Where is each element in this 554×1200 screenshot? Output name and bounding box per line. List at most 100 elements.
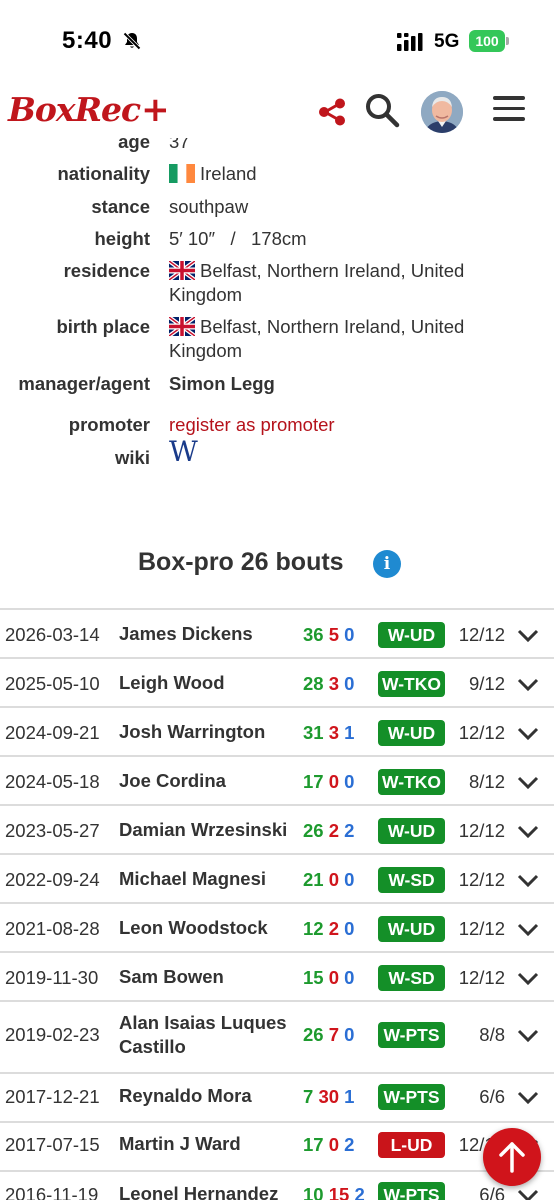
record-losses: 2 (328, 918, 340, 939)
record-losses: 7 (328, 1024, 340, 1045)
bout-row[interactable]: 2026-03-14 James Dickens 36 5 0 W-UD 12/… (0, 608, 554, 657)
chevron-down-icon[interactable] (516, 677, 540, 693)
bout-row[interactable]: 2025-05-10 Leigh Wood 28 3 0 W-TKO 9/12 (0, 657, 554, 706)
nationality-value: Ireland (200, 163, 257, 184)
bout-date: 2023-05-27 (5, 820, 100, 841)
bout-opponent[interactable]: Martin J Ward (119, 1132, 299, 1156)
bout-row[interactable]: 2022-09-24 Michael Magnesi 21 0 0 W-SD 1… (0, 853, 554, 902)
record-wins: 17 (303, 771, 324, 792)
opponent-record: 28 3 0 (303, 673, 354, 695)
chevron-down-icon[interactable] (516, 873, 540, 889)
opponent-record: 26 2 2 (303, 820, 354, 842)
info-value: Belfast, Northern Ireland, United Kingdo… (169, 315, 499, 363)
record-wins: 12 (303, 918, 324, 939)
record-draws: 0 (344, 673, 355, 694)
opponent-record: 17 0 2 (303, 1134, 354, 1156)
bout-row[interactable]: 2024-09-21 Josh Warrington 31 3 1 W-UD 1… (0, 706, 554, 755)
result-badge: W-SD (378, 867, 445, 893)
info-label: residence (63, 260, 150, 281)
info-label: manager/agent (18, 373, 150, 394)
chevron-down-icon[interactable] (516, 1090, 540, 1106)
bout-opponent[interactable]: Leon Woodstock (119, 916, 299, 940)
record-losses: 5 (328, 624, 340, 645)
avatar[interactable] (421, 91, 463, 133)
bout-rounds: 12/12 (458, 967, 505, 988)
bout-date: 2019-02-23 (5, 1024, 100, 1045)
bout-row[interactable]: 2016-11-19 Leonel Hernandez 10 15 2 W-PT… (0, 1170, 554, 1200)
logo-text: BoxRec (8, 90, 141, 129)
arrow-up-icon (499, 1142, 525, 1173)
logo-plus: + (141, 90, 169, 130)
network-type: 5G (434, 31, 460, 52)
bout-opponent[interactable]: Leonel Hernandez (119, 1182, 299, 1200)
record-losses: 30 (318, 1086, 340, 1107)
record-losses: 0 (328, 967, 340, 988)
info-label: wiki (115, 447, 150, 468)
wikipedia-icon[interactable]: W (169, 435, 198, 468)
search-icon[interactable] (364, 92, 400, 128)
share-icon[interactable] (316, 96, 348, 128)
record-losses: 3 (328, 722, 340, 743)
section-title: Box-pro 26 bouts (138, 548, 344, 576)
opponent-record: 36 5 0 (303, 624, 354, 646)
opponent-record: 12 2 0 (303, 918, 354, 940)
record-draws: 0 (344, 967, 355, 988)
chevron-down-icon[interactable] (516, 628, 540, 644)
chevron-down-icon[interactable] (516, 922, 540, 938)
record-wins: 7 (303, 1086, 314, 1107)
result-badge: W-PTS (378, 1182, 445, 1200)
record-draws: 1 (344, 1086, 355, 1107)
register-promoter-link[interactable]: register as promoter (169, 413, 499, 437)
bout-opponent[interactable]: James Dickens (119, 622, 299, 646)
record-wins: 26 (303, 1024, 324, 1045)
info-label: promoter (68, 414, 150, 435)
bout-row[interactable]: 2017-07-15 Martin J Ward 17 0 2 L-UD 12/… (0, 1121, 554, 1170)
app-header: BoxRec+ (0, 82, 554, 138)
scroll-to-top-button[interactable] (483, 1128, 541, 1186)
bout-opponent[interactable]: Michael Magnesi (119, 867, 299, 891)
bout-row[interactable]: 2024-05-18 Joe Cordina 17 0 0 W-TKO 8/12 (0, 755, 554, 804)
info-icon[interactable]: i (373, 550, 401, 578)
info-value: Ireland (169, 162, 499, 186)
bout-opponent[interactable]: Alan Isaias Luques Castillo (119, 1011, 299, 1059)
info-label: stance (91, 196, 150, 217)
boxer-profile-page: 5:40 5G 100 BoxRec+ age 37 nationality I… (0, 0, 554, 1200)
bout-opponent[interactable]: Leigh Wood (119, 671, 299, 695)
status-time: 5:40 (62, 27, 113, 54)
boxrec-logo[interactable]: BoxRec+ (8, 90, 170, 130)
bout-row[interactable]: 2023-05-27 Damian Wrzesinski 26 2 2 W-UD… (0, 804, 554, 853)
record-wins: 31 (303, 722, 324, 743)
bout-row[interactable]: 2021-08-28 Leon Woodstock 12 2 0 W-UD 12… (0, 902, 554, 951)
result-badge: W-PTS (378, 1022, 445, 1048)
record-wins: 28 (303, 673, 324, 694)
bout-opponent[interactable]: Damian Wrzesinski (119, 818, 299, 842)
info-label: nationality (57, 163, 150, 184)
record-draws: 0 (344, 869, 355, 890)
record-draws: 0 (344, 1024, 355, 1045)
record-draws: 1 (344, 722, 355, 743)
bout-opponent[interactable]: Reynaldo Mora (119, 1084, 299, 1108)
bout-opponent[interactable]: Sam Bowen (119, 965, 299, 989)
opponent-record: 26 7 0 (303, 1024, 354, 1046)
hamburger-menu-icon[interactable] (493, 96, 525, 124)
bout-row[interactable]: 2017-12-21 Reynaldo Mora 7 30 1 W-PTS 6/… (0, 1072, 554, 1121)
chevron-down-icon[interactable] (516, 1028, 540, 1044)
bout-date: 2021-08-28 (5, 918, 100, 939)
chevron-down-icon[interactable] (516, 726, 540, 742)
result-badge: W-UD (378, 916, 445, 942)
record-losses: 0 (328, 771, 340, 792)
result-badge: W-PTS (378, 1084, 445, 1110)
bout-opponent[interactable]: Josh Warrington (119, 720, 299, 744)
record-draws: 0 (344, 771, 355, 792)
chevron-down-icon[interactable] (516, 824, 540, 840)
bout-rounds: 6/6 (479, 1184, 505, 1200)
bout-opponent[interactable]: Joe Cordina (119, 769, 299, 793)
bout-row[interactable]: 2019-11-30 Sam Bowen 15 0 0 W-SD 12/12 (0, 951, 554, 1000)
chevron-down-icon[interactable] (516, 775, 540, 791)
chevron-down-icon[interactable] (516, 1188, 540, 1200)
bout-row[interactable]: 2019-02-23 Alan Isaias Luques Castillo 2… (0, 1000, 554, 1072)
residence-value: Belfast, Northern Ireland, United Kingdo… (169, 260, 465, 305)
chevron-down-icon[interactable] (516, 971, 540, 987)
bout-date: 2024-09-21 (5, 722, 100, 743)
bout-date: 2016-11-19 (5, 1184, 99, 1200)
